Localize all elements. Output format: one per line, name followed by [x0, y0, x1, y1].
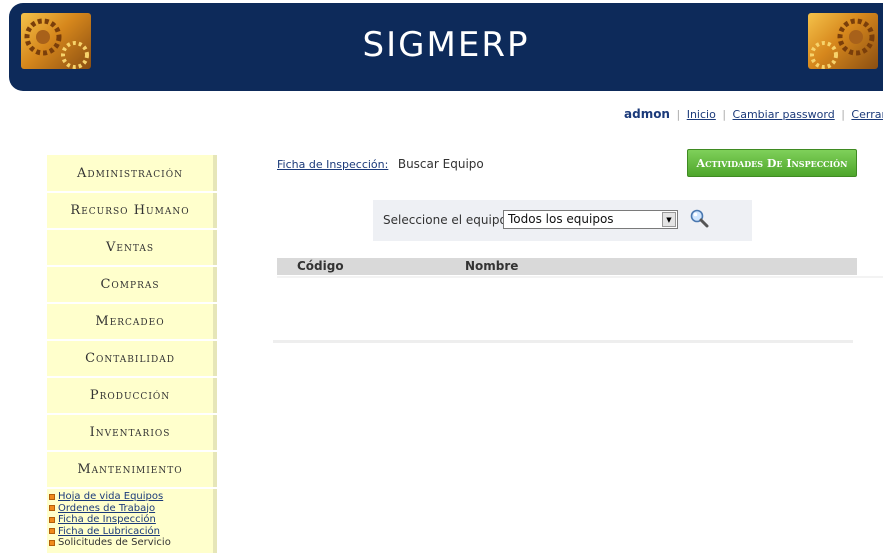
- menu-item-contabilidad[interactable]: Contabilidad: [47, 341, 217, 376]
- search-icon[interactable]: [689, 208, 709, 228]
- menu-item-ventas[interactable]: Ventas: [47, 230, 217, 265]
- sidebar-menu: Administración Recurso Humano Ventas Com…: [47, 155, 217, 553]
- submenu-item-ficha-inspeccion[interactable]: Ficha de Inspección: [49, 514, 213, 526]
- menu-item-compras[interactable]: Compras: [47, 267, 217, 302]
- link-inicio[interactable]: Inicio: [687, 108, 716, 121]
- menu-item-administracion[interactable]: Administración: [47, 155, 217, 191]
- separator: |: [722, 108, 727, 121]
- submenu-label: Ficha de Inspección: [58, 514, 156, 525]
- chevron-down-icon[interactable]: ▼: [662, 212, 676, 227]
- menu-item-inventarios[interactable]: Inventarios: [47, 415, 217, 450]
- table-divider: [277, 276, 883, 278]
- user-bar: admon | Inicio | Cambiar password | Cerr…: [624, 107, 883, 121]
- filter-panel: Seleccione el equipo: Todos los equipos …: [373, 200, 752, 241]
- submenu-item-ordenes[interactable]: Ordenes de Trabajo: [49, 503, 213, 515]
- breadcrumb-current: Buscar Equipo: [397, 157, 484, 171]
- submenu-label: Ordenes de Trabajo: [58, 502, 156, 514]
- actividades-inspeccion-button[interactable]: Actividades De Inspección: [687, 149, 857, 177]
- header-banner: SIGMERP: [9, 3, 883, 91]
- equipment-select-value: Todos los equipos: [508, 212, 614, 226]
- equipment-select[interactable]: Todos los equipos ▼: [503, 210, 678, 229]
- gears-logo-right: [808, 13, 878, 69]
- submenu-item-hoja-de-vida[interactable]: Hoja de vida Equipos: [49, 491, 213, 503]
- submenu-item-solicitudes[interactable]: Solicitudes de Servicio: [49, 537, 213, 549]
- breadcrumb: Ficha de Inspección: Buscar Equipo: [277, 157, 484, 171]
- column-header-codigo: Código: [297, 259, 344, 273]
- separator: |: [676, 108, 681, 121]
- bullet-icon: [49, 528, 55, 535]
- submenu-label: Hoja de vida Equipos: [58, 491, 164, 502]
- bullet-icon: [49, 516, 55, 523]
- submenu-label: Ficha de Lubricación: [58, 525, 160, 537]
- content-divider: [273, 340, 853, 343]
- menu-item-produccion[interactable]: Producción: [47, 378, 217, 413]
- menu-item-mercadeo[interactable]: Mercadeo: [47, 304, 217, 339]
- separator: |: [841, 108, 845, 121]
- menu-item-recurso-humano[interactable]: Recurso Humano: [47, 193, 217, 228]
- submenu-item-ficha-lubricacion[interactable]: Ficha de Lubricación: [49, 526, 213, 538]
- equipment-select-label: Seleccione el equipo:: [383, 213, 511, 227]
- bullet-icon: [49, 539, 55, 546]
- results-table-header: Código Nombre: [277, 258, 857, 275]
- bullet-icon: [49, 505, 55, 512]
- username: admon: [624, 107, 670, 121]
- link-cambiar-password[interactable]: Cambiar password: [733, 108, 835, 121]
- breadcrumb-link-ficha[interactable]: Ficha de Inspección:: [277, 158, 388, 171]
- menu-item-mantenimiento[interactable]: Mantenimiento: [47, 452, 217, 487]
- submenu-mantenimiento: Hoja de vida Equipos Ordenes de Trabajo …: [47, 489, 217, 553]
- app-title: SIGMERP: [362, 25, 530, 65]
- column-header-nombre: Nombre: [465, 259, 519, 273]
- submenu-label: Solicitudes de Servicio: [58, 537, 171, 548]
- bullet-icon: [49, 493, 55, 500]
- link-cerrar-sesion[interactable]: Cerrar Sesión: [851, 108, 883, 121]
